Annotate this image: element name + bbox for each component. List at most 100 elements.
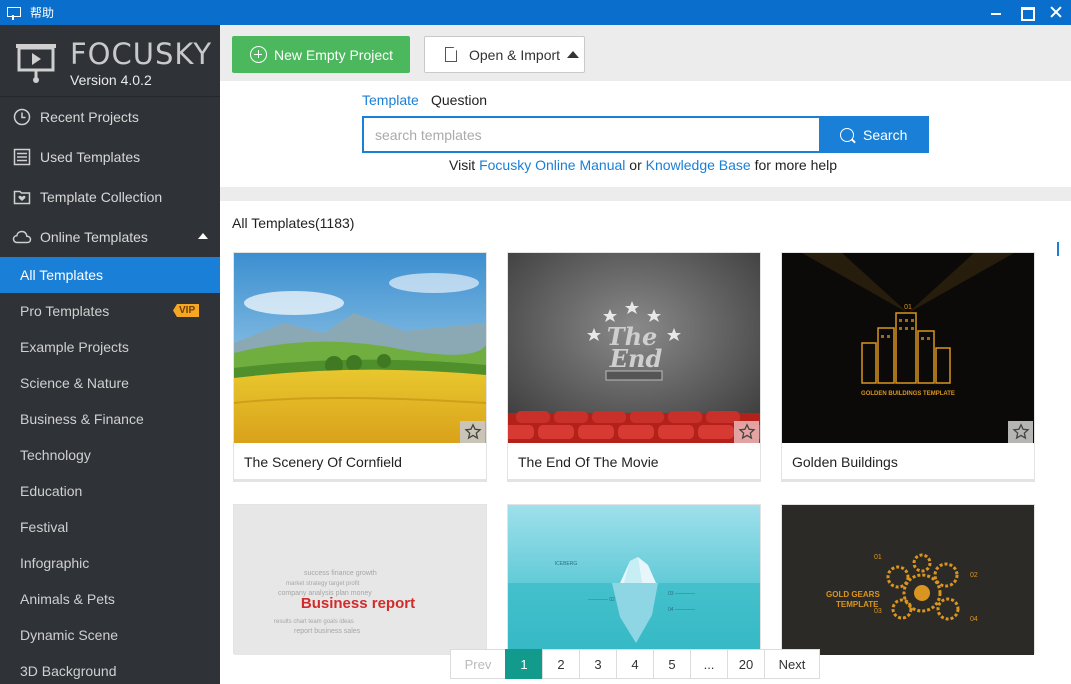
caret-up-icon — [567, 51, 580, 58]
help-mid: or — [625, 157, 646, 173]
help-text: Visit Focusky Online Manual or Knowledge… — [449, 157, 837, 173]
open-import-label: Open & Import — [469, 46, 561, 63]
thumb-caption: GOLDEN BUILDINGS TEMPLATE — [861, 391, 955, 397]
page-3-button[interactable]: 3 — [579, 649, 617, 679]
new-empty-project-button[interactable]: New Empty Project — [232, 36, 410, 73]
svg-text:success finance growth: success finance growth — [304, 570, 377, 577]
svg-text:04: 04 — [970, 616, 978, 623]
category-business-finance[interactable]: Business & Finance — [0, 401, 220, 437]
template-card[interactable]: success finance growth market strategy t… — [233, 504, 487, 655]
svg-text:03 ————: 03 ———— — [668, 591, 695, 597]
chevron-up-icon[interactable] — [198, 233, 208, 239]
svg-text:market strategy target prof: market strategy target profit — [286, 581, 360, 587]
cloud-icon — [12, 227, 32, 247]
heart-folder-icon — [12, 187, 32, 207]
pagination: Prev 1 2 3 4 5 ... 20 Next — [450, 649, 820, 679]
template-thumbnail — [234, 253, 486, 443]
category-animals-pets[interactable]: Animals & Pets — [0, 581, 220, 617]
version-label: Version 4.0.2 — [70, 72, 152, 88]
nav-online-templates[interactable]: Online Templates — [0, 217, 220, 257]
svg-text:02: 02 — [970, 572, 978, 579]
document-icon — [445, 47, 457, 62]
favorite-star-icon[interactable] — [734, 421, 759, 443]
thumb-title-line2: End — [609, 344, 663, 373]
next-page-button[interactable]: Next — [764, 649, 820, 679]
app-icon — [6, 6, 21, 20]
toolbar: New Empty Project Open & Import — [220, 25, 1071, 81]
nav-label: Recent Projects — [40, 109, 139, 125]
presentation-board-icon — [16, 44, 56, 83]
page-20-button[interactable]: 20 — [727, 649, 765, 679]
thumb-title: Business report — [301, 595, 415, 612]
category-all-templates[interactable]: All Templates — [0, 257, 220, 293]
vip-badge: VIP — [173, 304, 200, 317]
help-prefix: Visit — [449, 157, 480, 173]
svg-text:TEMPLATE: TEMPLATE — [836, 600, 879, 609]
help-suffix: for more help — [750, 157, 838, 173]
category-label: Science & Nature — [20, 375, 129, 391]
title-bar: 帮助 — [0, 0, 1071, 25]
category-label: 3D Background — [20, 663, 117, 679]
search-button-label: Search — [863, 126, 908, 143]
page-2-button[interactable]: 2 — [542, 649, 580, 679]
window-controls — [981, 0, 1071, 25]
nav-used-templates[interactable]: Used Templates — [0, 137, 220, 177]
page-4-button[interactable]: 4 — [616, 649, 654, 679]
tab-template[interactable]: Template — [362, 92, 419, 108]
prev-page-button[interactable]: Prev — [450, 649, 506, 679]
template-card[interactable]: GOLD GEARS TEMPLATE 01 02 03 04 — [781, 504, 1035, 655]
template-thumbnail: The End — [508, 253, 760, 443]
category-dynamic-scene[interactable]: Dynamic Scene — [0, 617, 220, 653]
online-manual-link[interactable]: Focusky Online Manual — [479, 157, 625, 173]
nav-template-collection[interactable]: Template Collection — [0, 177, 220, 217]
list-icon — [12, 147, 32, 167]
category-label: Technology — [20, 447, 91, 463]
brand-header: FOCUSKY Version 4.0.2 — [0, 25, 220, 97]
category-label: Business & Finance — [20, 411, 144, 427]
minimize-icon[interactable] — [981, 0, 1011, 25]
category-3d-background[interactable]: 3D Background — [0, 653, 220, 684]
svg-text:GOLD GEARS: GOLD GEARS — [826, 590, 880, 599]
category-label: Pro Templates — [20, 303, 110, 319]
category-infographic[interactable]: Infographic — [0, 545, 220, 581]
close-icon[interactable] — [1041, 0, 1071, 25]
favorite-star-icon[interactable] — [1008, 421, 1033, 443]
svg-text:04 ————: 04 ———— — [668, 607, 695, 613]
favorite-star-icon[interactable] — [460, 421, 485, 443]
page-1-button[interactable]: 1 — [505, 649, 543, 679]
template-name: The End Of The Movie — [518, 454, 659, 470]
new-project-label: New Empty Project — [274, 46, 394, 63]
tab-question[interactable]: Question — [431, 92, 487, 108]
template-card[interactable]: The Scenery Of Cornfield — [233, 252, 487, 482]
svg-text:———— 02: ———— 02 — [588, 597, 615, 603]
main-content: New Empty Project Open & Import Template… — [220, 25, 1071, 684]
scrollbar[interactable] — [1057, 242, 1059, 256]
category-label: Education — [20, 483, 83, 499]
template-card[interactable]: 01 GOLDEN BUILDINGS TEMPLATE Golden Buil… — [781, 252, 1035, 482]
template-card[interactable]: The End The End Of The Movie — [507, 252, 761, 482]
nav-label: Online Templates — [40, 229, 148, 245]
category-technology[interactable]: Technology — [0, 437, 220, 473]
template-thumbnail: GOLD GEARS TEMPLATE 01 02 03 04 — [782, 505, 1034, 655]
category-science-nature[interactable]: Science & Nature — [0, 365, 220, 401]
category-example-projects[interactable]: Example Projects — [0, 329, 220, 365]
category-pro-templates[interactable]: Pro Templates VIP — [0, 293, 220, 329]
category-festival[interactable]: Festival — [0, 509, 220, 545]
category-label: Festival — [20, 519, 69, 535]
template-card[interactable]: ICEBERG 03 ———— ———— 02 04 ———— — [507, 504, 761, 655]
search-button[interactable]: Search — [819, 116, 929, 153]
open-import-button[interactable]: Open & Import — [424, 36, 585, 73]
page-5-button[interactable]: 5 — [653, 649, 691, 679]
category-education[interactable]: Education — [0, 473, 220, 509]
knowledge-base-link[interactable]: Knowledge Base — [646, 157, 751, 173]
template-thumbnail: 01 GOLDEN BUILDINGS TEMPLATE — [782, 253, 1034, 443]
sidebar: FOCUSKY Version 4.0.2 Recent Projects Us… — [0, 25, 220, 684]
nav-recent-projects[interactable]: Recent Projects — [0, 97, 220, 137]
brand-name: FOCUSKY — [70, 37, 213, 71]
maximize-icon[interactable] — [1011, 0, 1041, 25]
template-name: Golden Buildings — [792, 454, 898, 470]
svg-text:results chart team goals i: results chart team goals ideas — [274, 619, 354, 625]
clock-icon — [12, 107, 32, 127]
svg-text:01: 01 — [904, 304, 912, 311]
search-input[interactable] — [362, 116, 820, 153]
